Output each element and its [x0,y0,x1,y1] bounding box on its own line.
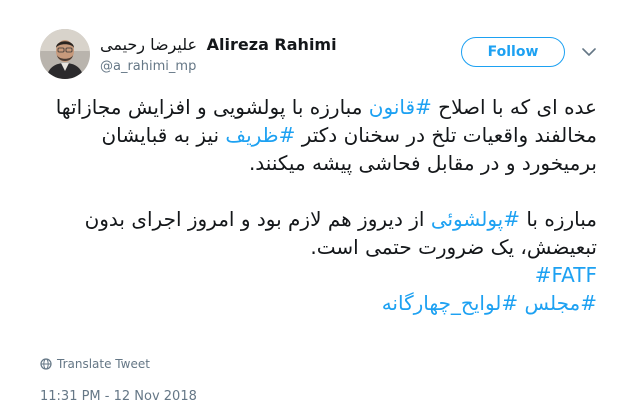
hashtag-link-majlis[interactable]: #مجلس #لوایح_چهارگانه [382,291,597,315]
tweet-text: عده ای که با اصلاح #قانون مبارزه با پولش… [36,93,597,317]
translate-label: Translate Tweet [57,357,150,371]
tweet-hashtag-line: #مجلس #لوایح_چهارگانه [36,289,597,317]
tweet-timestamp[interactable]: 11:31 PM - 12 Nov 2018 [40,389,197,404]
globe-icon [40,358,52,370]
hashtag-link-fatf[interactable]: #FATF [535,263,597,287]
avatar[interactable] [40,29,90,79]
translate-tweet-link[interactable]: Translate Tweet [40,357,150,371]
hashtag-link[interactable]: #قانون [369,95,432,119]
text-segment: عده ای که با اصلاح [431,95,597,119]
author-name-fa: علیرضا رحیمی [100,35,198,54]
author-handle[interactable]: @a_rahimi_mp [100,59,196,74]
text-segment: مبارزه با [519,207,597,231]
tweet-hashtag-line: #FATF [36,261,597,289]
hashtag-link[interactable]: #ظریف [225,123,295,147]
tweet-paragraph-2: مبارزه با #پولشوئی از دیروز هم لازم بود … [36,205,597,261]
follow-button[interactable]: Follow [461,37,565,67]
tweet-paragraph-1: عده ای که با اصلاح #قانون مبارزه با پولش… [36,93,597,177]
author-name[interactable]: علیرضا رحیمی Alireza Rahimi [100,35,337,54]
author-name-en: Alireza Rahimi [206,35,337,54]
tweet-card: علیرضا رحیمی Alireza Rahimi @a_rahimi_mp… [0,0,638,419]
hashtag-link[interactable]: #پولشوئی [431,207,520,231]
chevron-down-icon[interactable] [581,44,597,60]
